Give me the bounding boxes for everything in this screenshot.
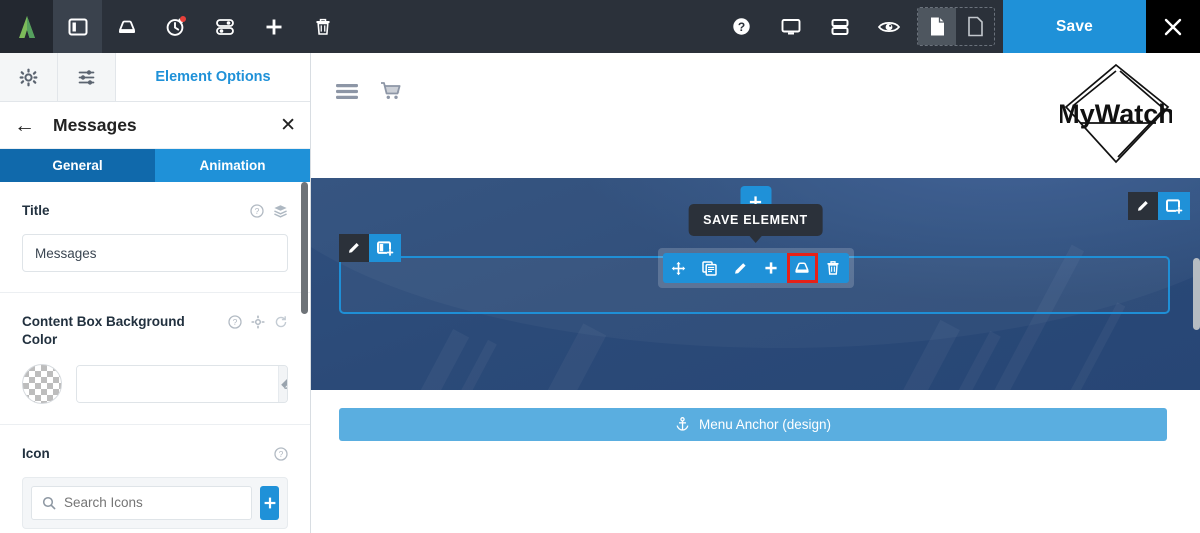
svg-text:?: ?: [233, 317, 238, 327]
trash-icon[interactable]: [298, 0, 347, 53]
page-canvas: MyWatch SAVE ELEMENT Menu Anchor (design…: [311, 53, 1200, 533]
hero-streak: [531, 323, 607, 390]
notification-badge: [180, 16, 186, 22]
gear-icon[interactable]: [251, 315, 265, 329]
element-toolbar-inner: [662, 253, 849, 283]
color-value-input[interactable]: [77, 365, 278, 402]
color-swatch[interactable]: [22, 363, 62, 404]
field-title-header: Title ?: [22, 202, 288, 220]
top-toolbar: ? Save: [0, 0, 1200, 53]
search-icon: [42, 496, 56, 510]
move-arrows-icon[interactable]: [663, 253, 694, 283]
save-library-icon[interactable]: [102, 0, 151, 53]
color-picker-row: [22, 363, 288, 404]
panel-segment-tabs: General Animation: [0, 149, 310, 182]
element-toolbar: [657, 248, 854, 288]
svg-text:?: ?: [738, 20, 745, 34]
help-icon[interactable]: ?: [250, 204, 264, 218]
color-input-wrapper: [76, 364, 288, 403]
hero-streak: [410, 329, 470, 390]
field-label: Icon: [22, 445, 50, 461]
hero-section[interactable]: SAVE ELEMENT: [311, 178, 1200, 390]
hamburger-menu-icon[interactable]: [336, 83, 358, 100]
panel-title: Messages: [53, 114, 137, 135]
add-icon-button[interactable]: [260, 485, 279, 520]
trash-icon[interactable]: [818, 253, 849, 283]
field-icon: Icon ?: [0, 425, 310, 533]
site-logo-text: MyWatch: [1060, 99, 1172, 129]
tooltip-save-element: SAVE ELEMENT: [688, 204, 823, 243]
field-label: Title: [22, 203, 50, 218]
tab-global-settings[interactable]: [0, 53, 58, 101]
back-arrow-icon[interactable]: ←: [14, 115, 35, 136]
rows-icon[interactable]: [815, 0, 864, 53]
tab-element-options[interactable]: Element Options: [116, 53, 310, 101]
element-controls: [339, 234, 401, 262]
close-builder-button[interactable]: [1146, 0, 1200, 53]
field-bgcolor-header: Content Box Background Color ?: [22, 313, 288, 349]
field-icon-group: ?: [228, 313, 288, 329]
blank-document-icon[interactable]: [956, 8, 994, 45]
desktop-icon[interactable]: [766, 0, 815, 53]
eraser-icon[interactable]: [278, 365, 287, 402]
svg-text:?: ?: [279, 449, 284, 459]
pencil-edit-icon[interactable]: [1128, 192, 1158, 220]
layout-panel-icon[interactable]: [53, 0, 102, 53]
document-mode-group: [917, 7, 995, 46]
search-icons-input[interactable]: [64, 495, 241, 511]
layers-icon[interactable]: [273, 204, 288, 218]
plus-icon[interactable]: [249, 0, 298, 53]
save-button[interactable]: Save: [1003, 0, 1146, 53]
help-icon[interactable]: ?: [717, 0, 766, 53]
field-icon-header: Icon ?: [22, 445, 288, 463]
anchor-icon: [675, 417, 690, 432]
menu-anchor-label: Menu Anchor (design): [698, 417, 832, 432]
site-header: MyWatch: [311, 53, 1200, 178]
eye-icon[interactable]: [864, 0, 913, 53]
add-container-icon[interactable]: [1158, 192, 1190, 220]
panel-header: ← Messages ✕: [0, 102, 310, 149]
sidebar-scrollbar[interactable]: [301, 182, 308, 314]
plus-icon[interactable]: [756, 253, 787, 283]
avada-logo-icon[interactable]: [0, 0, 53, 53]
toolbar-right-group: ? Save: [717, 0, 1200, 53]
menu-anchor-element[interactable]: Menu Anchor (design): [339, 408, 1167, 441]
site-logo: MyWatch: [1060, 61, 1172, 166]
pencil-edit-icon[interactable]: [725, 253, 756, 283]
field-icon-group: ?: [250, 202, 288, 218]
reset-icon[interactable]: [274, 315, 288, 329]
save-element-icon[interactable]: [786, 253, 818, 283]
options-sidebar: Element Options ← Messages ✕ General Ani…: [0, 53, 311, 533]
help-icon[interactable]: ?: [274, 447, 288, 461]
history-clock-icon[interactable]: [151, 0, 200, 53]
title-input[interactable]: [22, 234, 288, 273]
tab-animation[interactable]: Animation: [155, 149, 310, 182]
page-builder-root: ? Save Element Options ← Messages ✕ Gene…: [0, 0, 1200, 533]
row-controls: [1128, 192, 1190, 220]
close-icon[interactable]: ✕: [280, 116, 296, 135]
pencil-edit-icon[interactable]: [339, 234, 369, 262]
canvas-scrollbar[interactable]: [1193, 258, 1200, 330]
help-icon[interactable]: ?: [228, 315, 242, 329]
icon-search-container: [22, 476, 288, 529]
sidebar-tab-strip: Element Options: [0, 53, 310, 102]
toggle-settings-icon[interactable]: [200, 0, 249, 53]
tab-element-settings[interactable]: [58, 53, 116, 101]
clone-icon[interactable]: [694, 253, 725, 283]
site-nav-icons: [336, 81, 402, 101]
field-content-box-bg-color: Content Box Background Color ?: [0, 293, 310, 425]
icon-search-field: [31, 485, 252, 520]
page-document-icon[interactable]: [918, 8, 956, 45]
svg-text:?: ?: [255, 206, 260, 216]
field-label: Content Box Background Color: [22, 314, 185, 348]
tab-general[interactable]: General: [0, 149, 155, 182]
shopping-cart-icon[interactable]: [380, 81, 402, 101]
add-column-icon[interactable]: [369, 234, 401, 262]
field-title: Title ?: [0, 182, 310, 294]
panel-body: Title ? Messages Content Box Background …: [0, 182, 310, 533]
field-icon-group: ?: [274, 445, 288, 461]
